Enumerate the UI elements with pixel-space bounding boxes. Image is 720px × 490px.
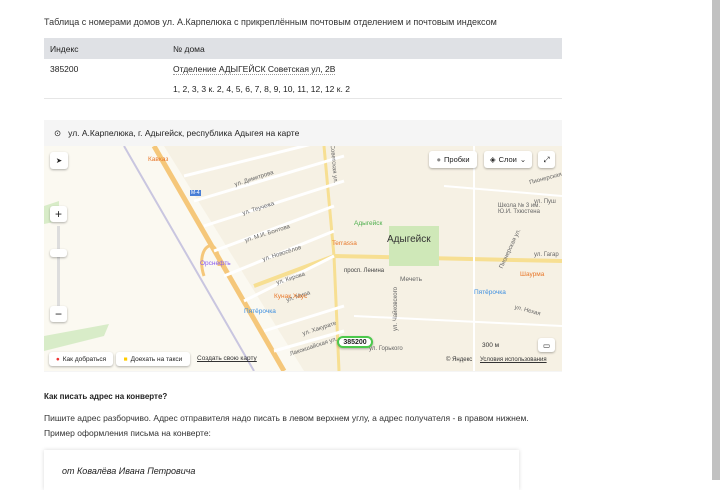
traffic-label: Пробки <box>444 155 470 164</box>
ruler-button[interactable]: ▭ <box>538 338 555 352</box>
table-row: 385200 Отделение АДЫГЕЙСК Советская ул, … <box>44 59 562 79</box>
post-office-link[interactable]: Отделение АДЫГЕЙСК Советская ул, 2В <box>173 64 336 75</box>
section-heading: Как писать адрес на конверте? <box>44 392 168 401</box>
map-title: ул. А.Карпелюка, г. Адыгейск, республика… <box>68 128 300 138</box>
street-label: ул. Горького <box>369 346 403 352</box>
map-widget: ⊙ ул. А.Карпелюка, г. Адыгейск, республи… <box>44 120 562 372</box>
paragraph: Пишите адрес разборчиво. Адрес отправите… <box>44 413 529 423</box>
city-label: Адыгейск <box>387 234 431 245</box>
street-label: просп. Ленина <box>344 268 385 274</box>
table-caption: Таблица с номерами домов ул. А.Карпелюка… <box>44 17 497 27</box>
postal-index: 385200 <box>50 64 79 74</box>
zoom-slider-handle[interactable] <box>50 249 67 257</box>
taxi-icon: ■ <box>123 355 128 363</box>
postal-marker[interactable]: 385200 <box>337 336 373 348</box>
poi-label[interactable]: Пятёрочка <box>474 289 506 296</box>
layers-label: Слои <box>498 155 517 164</box>
street-label: ул. Чайковского <box>392 287 399 331</box>
zoom-in-button[interactable]: + <box>50 206 67 222</box>
poi-label[interactable]: Орснефть <box>200 260 231 267</box>
route-button[interactable]: ● Как добраться <box>49 352 113 366</box>
poi-label[interactable]: Terrassa <box>332 240 357 247</box>
traffic-button[interactable]: ● Пробки <box>429 151 477 168</box>
layers-button[interactable]: ◈ Слои ⌄ <box>484 151 532 168</box>
fullscreen-button[interactable]: ⤢ <box>538 151 555 168</box>
route-label: Как добраться <box>62 355 107 363</box>
header-house: № дома <box>173 43 205 54</box>
zoom-slider[interactable] <box>57 226 60 306</box>
table-header: Индекс № дома <box>44 38 562 59</box>
location-pin-icon: ⊙ <box>54 127 62 138</box>
sender-name: от Ковалёва Ивана Петровича <box>62 466 196 476</box>
street-label: ул. Гагар <box>534 252 559 258</box>
highway-badge: М-4 <box>190 190 201 196</box>
chevron-down-icon: ⌄ <box>519 155 527 164</box>
poi-label[interactable]: Адыгейск <box>354 220 382 227</box>
expand-icon: ⤢ <box>543 154 550 164</box>
map-pin-icon: ● <box>55 355 60 363</box>
navigation-arrow-icon: ➤ <box>55 156 63 165</box>
traffic-icon: ● <box>436 155 442 164</box>
header-index: Индекс <box>50 43 79 54</box>
plus-icon: + <box>54 207 62 221</box>
poi-label[interactable]: Мечеть <box>400 276 422 283</box>
table-row: 1, 2, 3, 3 к. 2, 4, 5, 6, 7, 8, 9, 10, 1… <box>44 79 562 99</box>
zoom-out-button[interactable]: − <box>50 306 67 322</box>
create-map-link[interactable]: Создать свою карту <box>197 355 257 362</box>
scrollbar[interactable] <box>712 0 720 480</box>
minus-icon: − <box>54 307 62 321</box>
terms-link[interactable]: Условия использования <box>480 357 547 363</box>
paragraph: Пример оформления письма на конверте: <box>44 428 211 438</box>
map-canvas[interactable]: ул. Димитрова ул. Теучежа ул. М.И. Бонто… <box>44 146 562 371</box>
layers-icon: ◈ <box>489 155 496 164</box>
taxi-button[interactable]: ■ Доехать на такси <box>116 352 190 366</box>
geolocation-button[interactable]: ➤ <box>50 152 68 169</box>
poi-label[interactable]: Пятёрочка <box>244 308 276 315</box>
postal-table: Индекс № дома 385200 Отделение АДЫГЕЙСК … <box>44 38 562 99</box>
ruler-icon: ▭ <box>542 340 551 350</box>
map-header: ⊙ ул. А.Карпелюка, г. Адыгейск, республи… <box>44 120 562 146</box>
taxi-label: Доехать на такси <box>130 355 183 363</box>
poi-label[interactable]: Кавказ <box>148 156 168 163</box>
scale-label: 300 м <box>482 342 500 349</box>
house-numbers: 1, 2, 3, 3 к. 2, 4, 5, 6, 7, 8, 9, 10, 1… <box>173 83 350 94</box>
poi-label[interactable]: Шаурма <box>520 271 544 278</box>
copyright: © Яндекс <box>446 357 473 363</box>
envelope-example: от Ковалёва Ивана Петровича <box>44 450 519 490</box>
poi-label[interactable]: Школа № 3 им. Ю.И. Тхюстена <box>494 203 544 215</box>
poi-label[interactable]: Кунак Хаус <box>274 293 307 300</box>
